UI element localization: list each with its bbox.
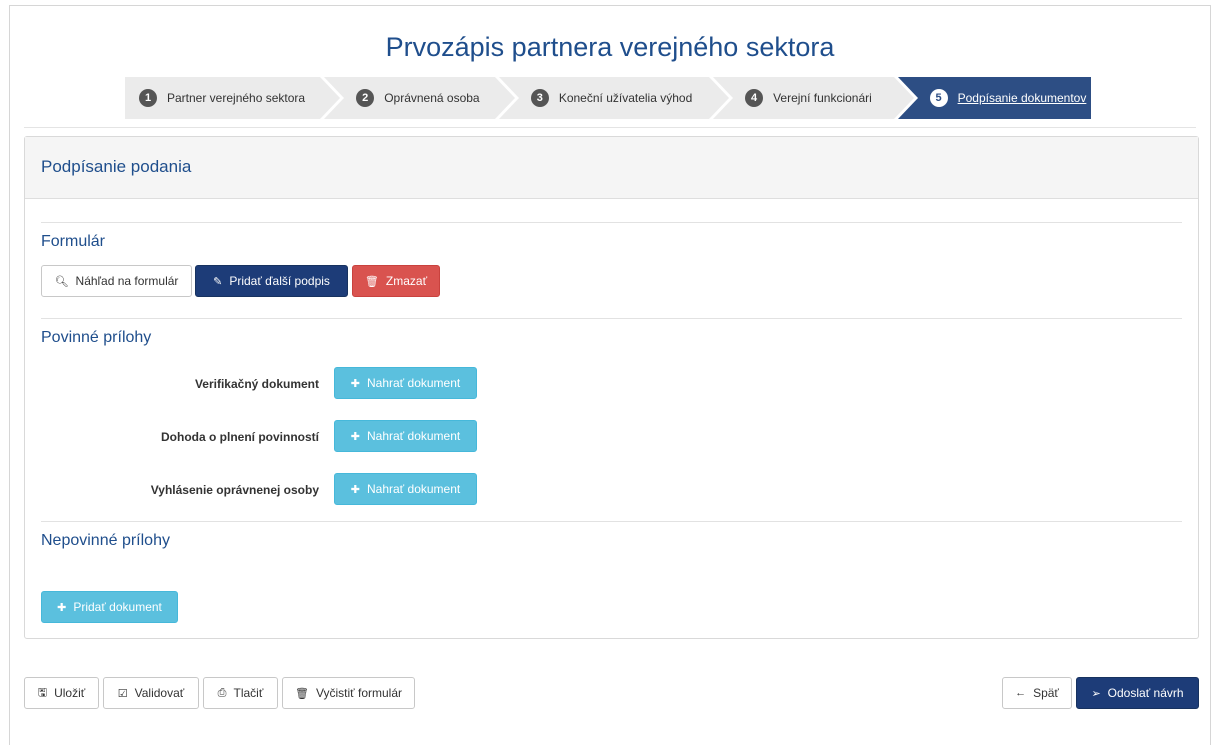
section-title-optional-attachments: Nepovinné prílohy [41, 532, 170, 549]
clear-form-button[interactable]: 🗑︎ Vyčistiť formulár [282, 677, 415, 709]
step-label: Podpísanie dokumentov [957, 91, 1087, 105]
trash-icon: 🗑︎ [294, 687, 309, 700]
main-frame: Prvozápis partnera verejného sektora 1 P… [9, 5, 1211, 745]
arrow-left-icon: ← [1015, 687, 1027, 699]
preview-form-button[interactable]: 🔍︎ Náhľad na formulár [41, 265, 192, 297]
validate-button[interactable]: ☑ Validovať [103, 677, 199, 709]
attachment-label-agreement: Dohoda o plnení povinností [161, 430, 319, 444]
wizard-step-1[interactable]: 1 Partner verejného sektora [125, 77, 341, 119]
section-title-formular: Formulár [41, 233, 106, 250]
wizard-step-4[interactable]: 4 Verejní funkcionári [713, 77, 914, 119]
check-square-icon: ☑ [117, 687, 128, 700]
magnifier-plus-icon: 🔍︎ [54, 275, 69, 288]
submit-button[interactable]: ➢ Odoslať návrh [1076, 677, 1199, 709]
divider [41, 521, 1182, 522]
plus-icon: ✚ [350, 377, 360, 390]
divider [24, 127, 1196, 128]
edit-icon: ✎ [213, 275, 223, 288]
wizard-steps: 1 Partner verejného sektora 2 Oprávnená … [125, 77, 1095, 119]
print-button[interactable]: ⎙ Tlačiť [203, 677, 278, 709]
step-number: 5 [929, 89, 948, 107]
delete-button[interactable]: 🗑︎ Zmazať [352, 265, 440, 297]
wizard-step-2[interactable]: 2 Oprávnená osoba [324, 77, 515, 119]
wizard-step-3[interactable]: 3 Koneční užívatelia výhod [498, 77, 730, 119]
validate-label: Validovať [134, 686, 185, 700]
wizard-step-5[interactable]: 5 Podpísanie dokumentov [897, 77, 1091, 119]
save-button[interactable]: 🖫 Uložiť [24, 677, 99, 709]
step-label: Oprávnená osoba [384, 91, 480, 105]
step-number: 1 [139, 89, 157, 107]
step-number: 4 [745, 89, 764, 107]
signing-panel: Podpísanie podania Formulár 🔍︎ Náhľad na… [24, 136, 1199, 639]
submit-label: Odoslať návrh [1107, 686, 1184, 700]
back-button[interactable]: ← Späť [1002, 677, 1072, 709]
attachment-label-verification: Verifikačný dokument [194, 377, 319, 391]
panel-header: Podpísanie podania [25, 137, 1198, 199]
back-label: Späť [1033, 686, 1059, 700]
floppy-icon: 🖫 [37, 686, 48, 699]
step-number: 3 [530, 89, 549, 107]
page-title: Prvozápis partnera verejného sektora [385, 32, 835, 62]
delete-label: Zmazať [385, 274, 428, 288]
add-signature-button[interactable]: ✎ Pridať ďalší podpis [195, 265, 348, 297]
divider [41, 318, 1182, 319]
step-label: Verejní funkcionári [773, 91, 872, 105]
upload-declaration-button[interactable]: ✚ Nahrať dokument [334, 473, 477, 505]
upload-verification-button[interactable]: ✚ Nahrať dokument [334, 367, 477, 399]
section-title-required-attachments: Povinné prílohy [41, 329, 152, 346]
divider [41, 222, 1182, 223]
upload-label: Nahrať dokument [367, 482, 461, 496]
save-label: Uložiť [54, 686, 86, 700]
plus-icon: ✚ [57, 601, 67, 614]
plus-icon: ✚ [350, 483, 360, 496]
panel-title: Podpísanie podania [41, 157, 192, 176]
add-document-button[interactable]: ✚ Pridať dokument [41, 591, 178, 623]
plus-icon: ✚ [350, 430, 360, 443]
step-number: 2 [356, 89, 375, 107]
step-label: Partner verejného sektora [167, 91, 306, 105]
step-label: Koneční užívatelia výhod [558, 91, 693, 105]
preview-form-label: Náhľad na formulár [75, 274, 179, 288]
trash-icon: 🗑︎ [364, 275, 379, 288]
add-signature-label: Pridať ďalší podpis [229, 274, 330, 288]
paper-plane-icon: ➢ [1091, 687, 1101, 700]
clear-form-label: Vyčistiť formulár [315, 686, 403, 700]
printer-icon: ⎙ [217, 686, 227, 699]
upload-label: Nahrať dokument [367, 376, 461, 390]
upload-label: Nahrať dokument [367, 429, 461, 443]
upload-agreement-button[interactable]: ✚ Nahrať dokument [334, 420, 477, 452]
attachment-label-declaration: Vyhlásenie oprávnenej osoby [150, 483, 319, 497]
add-document-label: Pridať dokument [73, 600, 162, 614]
print-label: Tlačiť [233, 686, 264, 700]
